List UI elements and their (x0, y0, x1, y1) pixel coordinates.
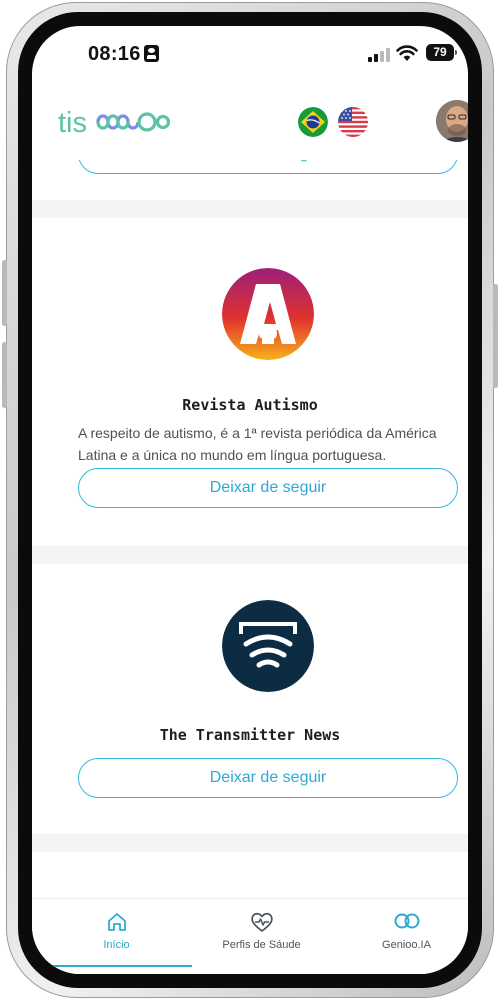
tismoo-logo[interactable]: tis (58, 102, 170, 142)
user-avatar[interactable] (436, 100, 468, 142)
card-description: A respeito de autismo, é a 1ª revista pe… (78, 425, 437, 463)
unfollow-button[interactable]: Deixar de seguir (78, 468, 458, 508)
nav-label-inicio: Início (103, 939, 130, 951)
battery-indicator: 79 (426, 44, 457, 61)
usa-flag-icon[interactable] (338, 107, 368, 137)
following-feed[interactable]: Deixar de seguir (32, 150, 468, 898)
side-button-mute (2, 260, 7, 326)
cellular-signal-icon (368, 48, 390, 62)
app-screen: 08:16 79 tis Revista Autismo A respeito … (32, 26, 468, 974)
brazil-flag-icon[interactable] (298, 107, 328, 137)
card-separator (32, 834, 468, 852)
home-icon (107, 913, 126, 931)
the-transmitter-logo (222, 600, 314, 692)
contact-card-icon (144, 45, 159, 62)
nav-item-perfis-de-saude[interactable]: Perfis de Sáude (189, 899, 334, 969)
nav-item-inicio[interactable]: Início (44, 899, 189, 969)
phone-bezel: 08:16 79 tis Revista Autismo A respeito … (18, 12, 482, 988)
app-header: tis (32, 96, 468, 160)
card-title: The Transmitter News (159, 726, 341, 744)
revista-autismo-logo (222, 268, 314, 360)
nav-item-genioo-ia[interactable]: Genioo.IA (334, 899, 468, 969)
active-tab-indicator (46, 965, 192, 967)
nav-label-genioo-ia: Genioo.IA (382, 939, 431, 951)
phone-frame: 08:16 79 tis Revista Autismo A respeito … (2, 2, 498, 998)
infinity-icon (394, 913, 419, 929)
svg-text:tis: tis (58, 107, 87, 139)
status-time: 08:16 (88, 43, 141, 65)
unfollow-button[interactable]: Deixar de seguir (78, 758, 458, 798)
side-button-power (493, 284, 498, 388)
status-bar: 08:16 79 (32, 26, 468, 86)
card-title: Revista Autismo (182, 396, 318, 414)
side-button-volume (2, 342, 7, 408)
heart-pulse-icon (250, 912, 273, 932)
card-separator (32, 200, 468, 218)
card-separator (32, 546, 468, 564)
bottom-navigation: Início Perfis de Sáude Genioo.IA (32, 898, 468, 974)
wifi-icon (396, 45, 418, 61)
nav-label-perfis-de-saude: Perfis de Sáude (222, 939, 301, 951)
